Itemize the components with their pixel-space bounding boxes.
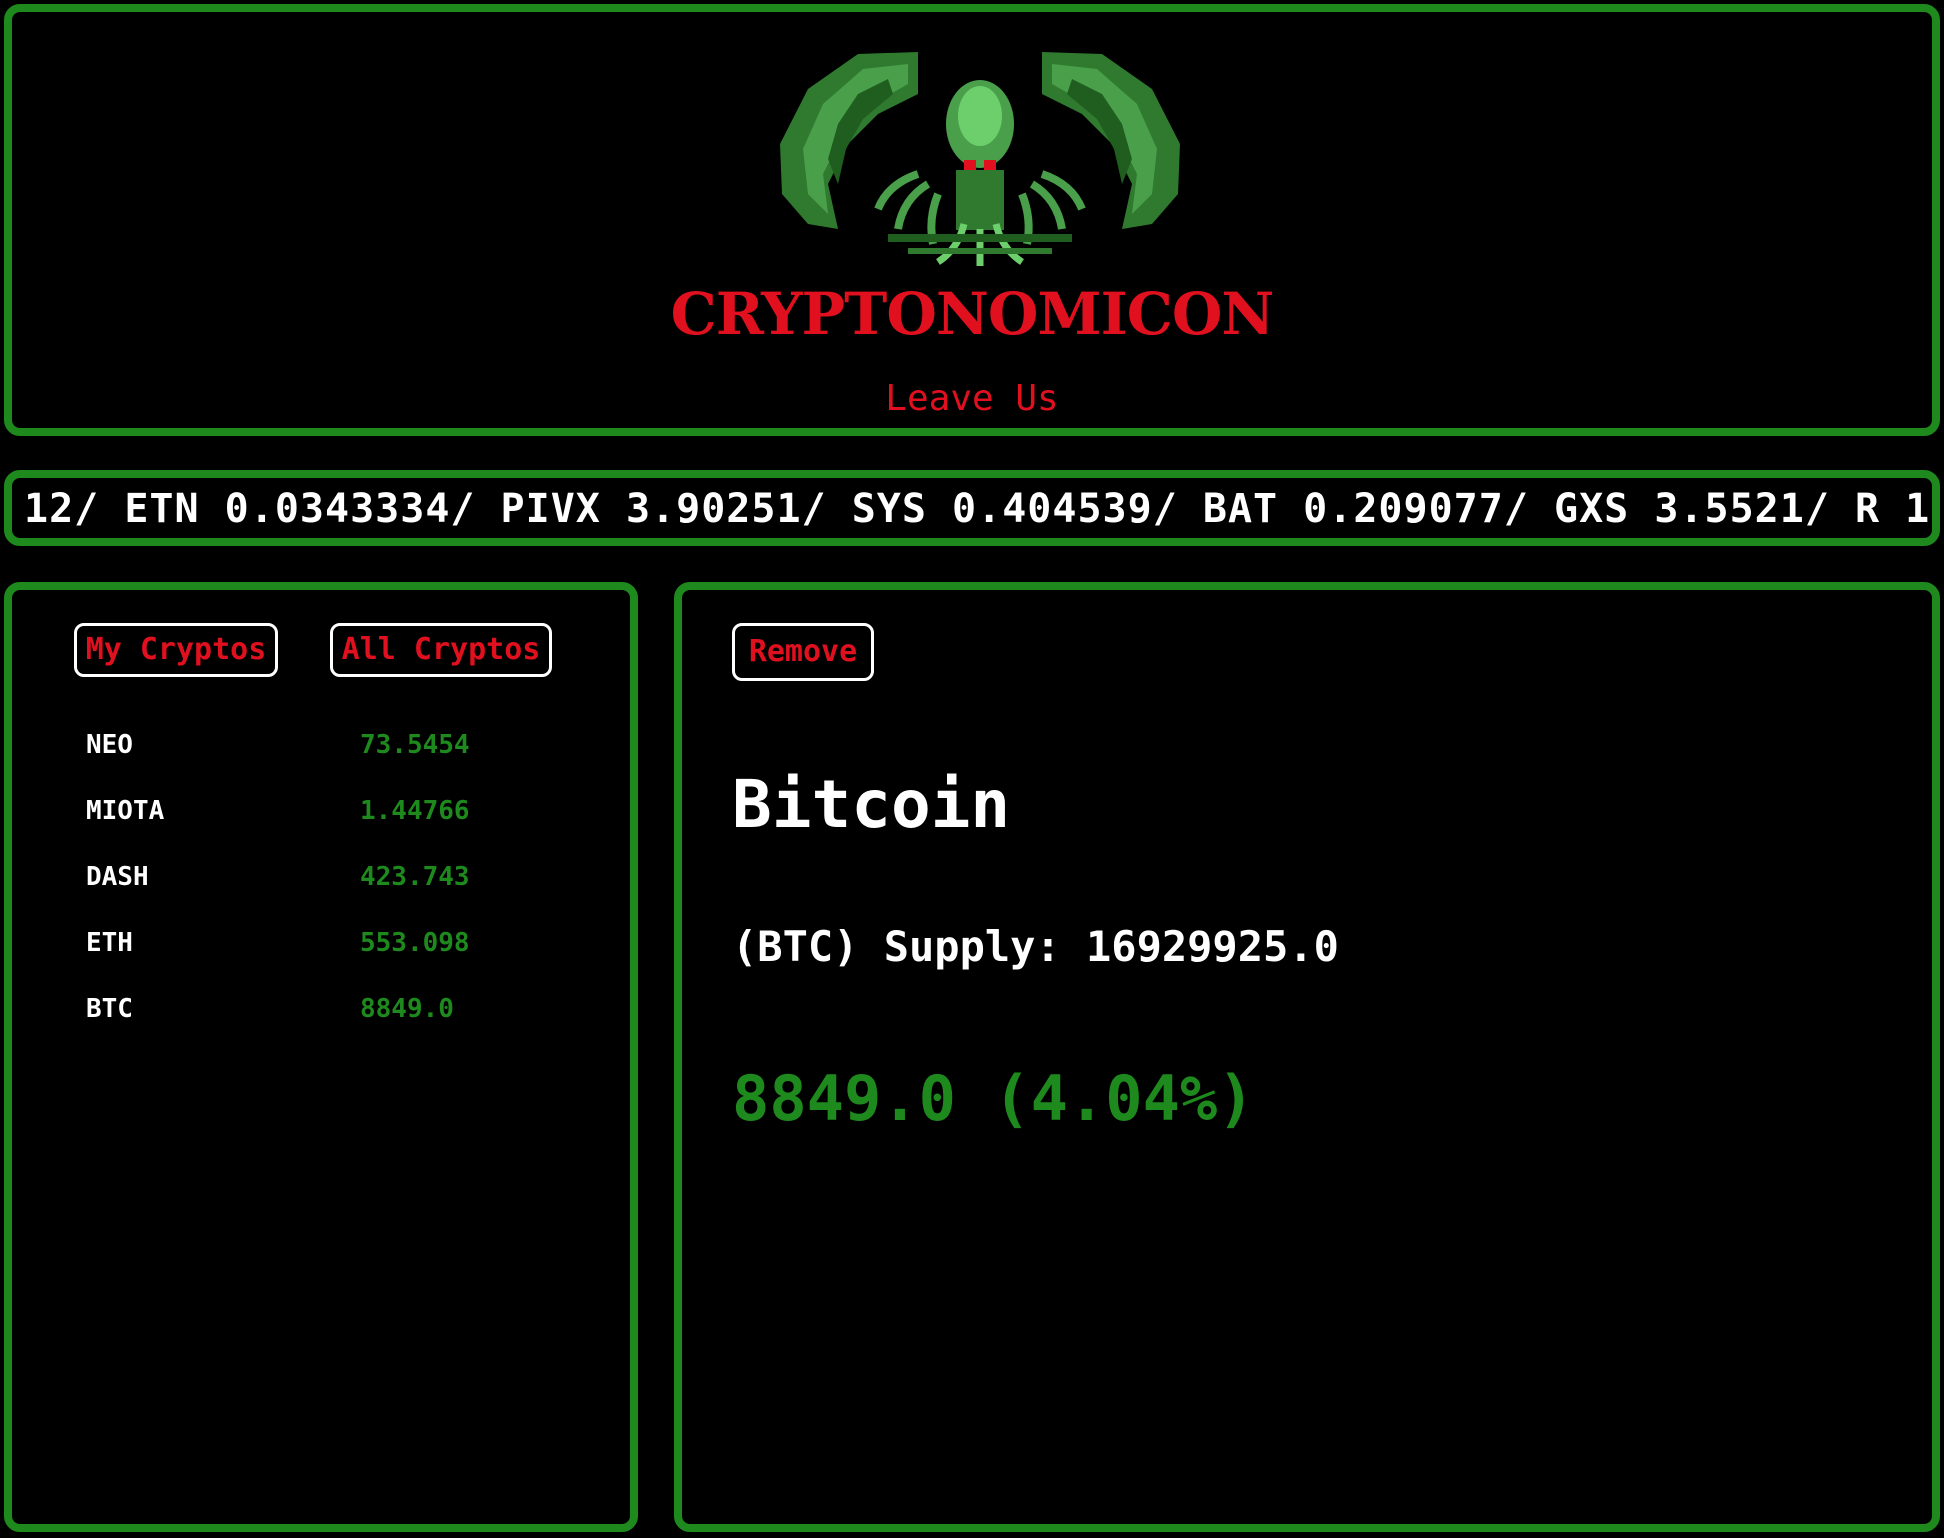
price-ticker: 12/ ETN 0.0343334/ PIVX 3.90251/ SYS 0.4… (4, 470, 1940, 546)
all-cryptos-button[interactable]: All Cryptos (330, 623, 552, 677)
crypto-symbol: BTC (86, 994, 133, 1024)
crypto-list-panel: My Cryptos All Cryptos NEO 73.5454 MIOTA… (4, 582, 638, 1532)
crypto-price: 8849.0 (360, 994, 454, 1024)
list-item[interactable]: DASH 423.743 (86, 862, 606, 928)
crypto-list: NEO 73.5454 MIOTA 1.44766 DASH 423.743 E… (86, 730, 606, 1060)
list-item[interactable]: BTC 8849.0 (86, 994, 606, 1060)
crypto-detail-panel: Remove Bitcoin (BTC) Supply: 16929925.0 … (674, 582, 1940, 1532)
crypto-price: 423.743 (360, 862, 470, 892)
list-item[interactable]: MIOTA 1.44766 (86, 796, 606, 862)
crypto-symbol: ETH (86, 928, 133, 958)
crypto-price: 553.098 (360, 928, 470, 958)
list-item[interactable]: ETH 553.098 (86, 928, 606, 994)
my-cryptos-button[interactable]: My Cryptos (74, 623, 278, 677)
remove-button[interactable]: Remove (732, 623, 874, 681)
crypto-symbol: MIOTA (86, 796, 165, 826)
coin-price: 8849.0 (4.04%) (732, 1062, 1255, 1135)
app-title: CRYPTONOMICON (670, 280, 1275, 348)
list-item[interactable]: NEO 73.5454 (86, 730, 606, 796)
header-panel: CRYPTONOMICON Leave Us (4, 4, 1940, 436)
leave-us-link[interactable]: Leave Us (12, 378, 1932, 419)
coin-name: Bitcoin (732, 766, 1011, 843)
crypto-symbol: DASH (86, 862, 149, 892)
crypto-price: 1.44766 (360, 796, 470, 826)
coin-supply: (BTC) Supply: 16929925.0 (732, 922, 1339, 971)
crypto-symbol: NEO (86, 730, 133, 760)
ticker-text: 12/ ETN 0.0343334/ PIVX 3.90251/ SYS 0.4… (24, 486, 1940, 532)
crypto-price: 73.5454 (360, 730, 470, 760)
cthulhu-logo-icon (780, 52, 1180, 266)
